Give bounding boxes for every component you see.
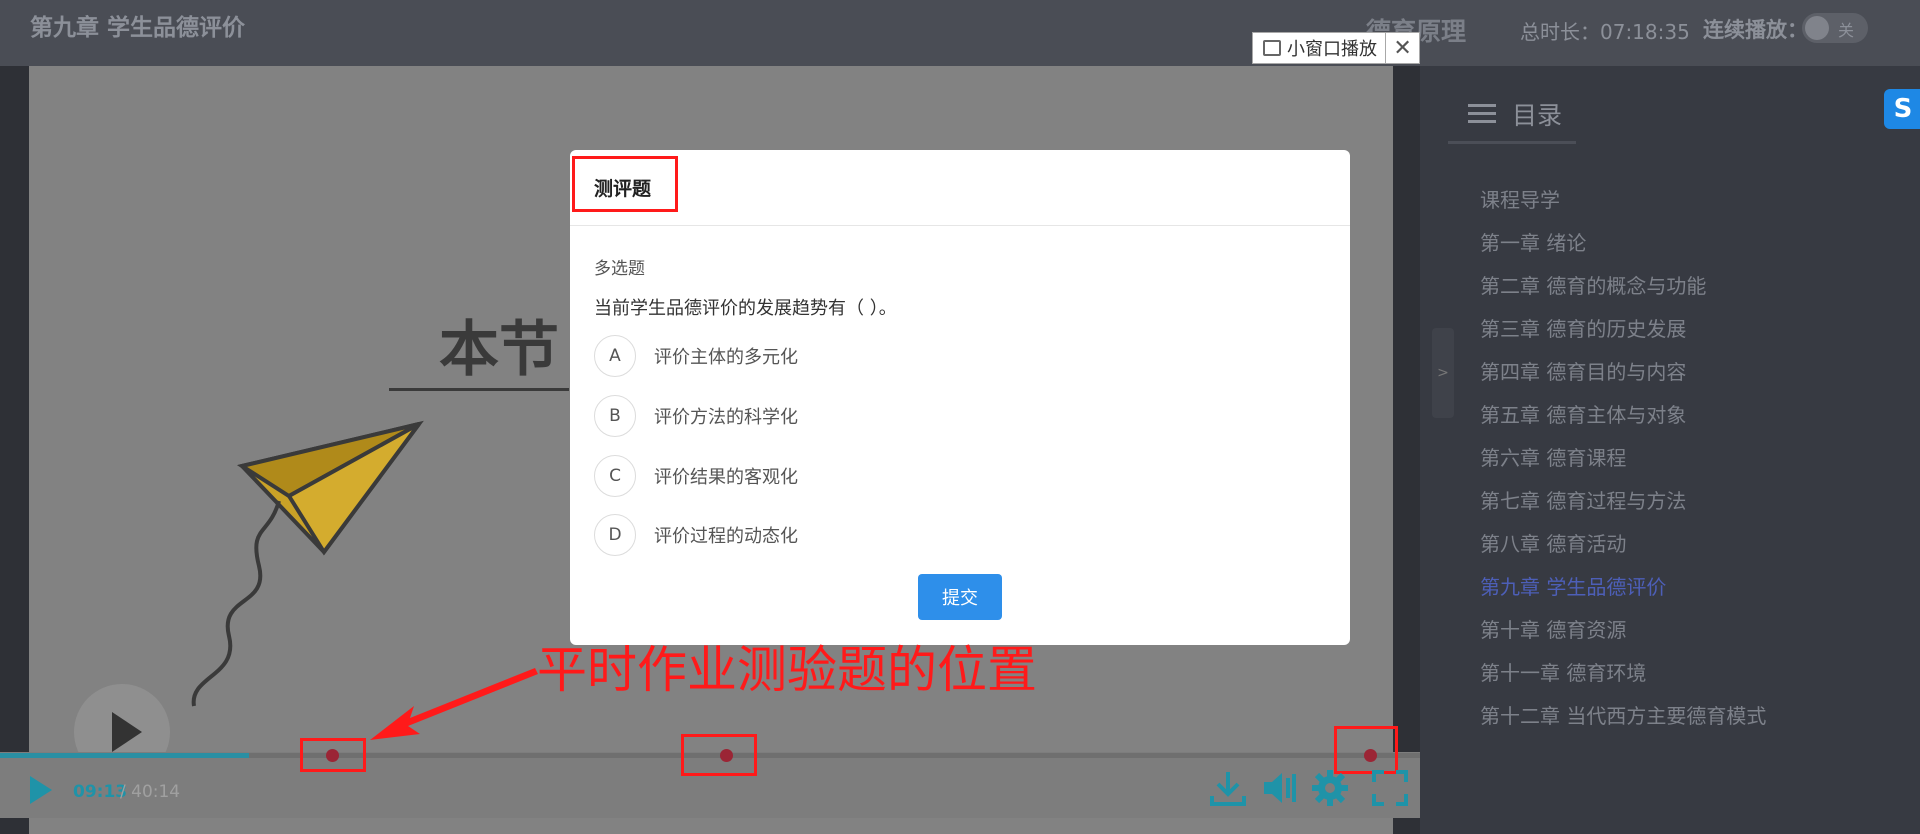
autoplay-toggle[interactable]: 关 (1802, 13, 1868, 43)
option-b[interactable]: B 评价方法的科学化 (594, 395, 798, 437)
toc-item[interactable]: 第八章 德育活动 (1480, 523, 1766, 566)
mini-window-button[interactable]: 小窗口播放 (1253, 33, 1387, 63)
option-letter: B (594, 395, 636, 437)
menu-list-icon (1468, 103, 1496, 124)
total-duration: 总时长：07:18:35 (1520, 20, 1690, 44)
tv-icon (1263, 40, 1281, 56)
chapter-title: 第九章 学生品德评价 (30, 15, 246, 41)
collapse-sidebar-button[interactable]: > (1432, 328, 1454, 418)
toc-tab[interactable]: 目录 (1448, 86, 1576, 144)
toc-item[interactable]: 第二章 德育的概念与功能 (1480, 265, 1766, 308)
volume-icon[interactable] (1260, 768, 1300, 808)
top-bar: 第九章 学生品德评价 德育原理 总时长：07:18:35 连续播放： 关 (0, 0, 1920, 66)
settings-gear-icon[interactable] (1310, 768, 1350, 808)
question-type: 多选题 (594, 259, 645, 279)
toc-item[interactable]: 第一章 绪论 (1480, 222, 1766, 265)
marker-highlight (300, 738, 366, 772)
download-icon[interactable] (1208, 768, 1248, 808)
toggle-state: 关 (1838, 21, 1855, 40)
quiz-modal: 测评题 多选题 当前学生品德评价的发展趋势有（ ）。 A 评价主体的多元化 B … (570, 150, 1350, 645)
submit-button[interactable]: 提交 (918, 574, 1002, 620)
option-letter: D (594, 514, 636, 556)
toc-list: 课程导学 第一章 绪论 第二章 德育的概念与功能 第三章 德育的历史发展 第四章… (1480, 179, 1766, 738)
mini-window-popup: 小窗口播放 ✕ (1252, 32, 1420, 64)
progress-fill (0, 753, 249, 758)
close-icon[interactable]: ✕ (1386, 33, 1419, 63)
extension-badge-icon[interactable]: S (1884, 89, 1920, 129)
option-d[interactable]: D 评价过程的动态化 (594, 514, 798, 556)
question-text: 当前学生品德评价的发展趋势有（ ）。 (594, 298, 897, 319)
marker-highlight (1334, 726, 1398, 774)
option-text: 评价结果的客观化 (654, 467, 798, 488)
toggle-knob (1805, 16, 1829, 40)
title-highlight (572, 156, 678, 212)
option-text: 评价过程的动态化 (654, 526, 798, 547)
option-text: 评价方法的科学化 (654, 407, 798, 428)
option-c[interactable]: C 评价结果的客观化 (594, 455, 798, 497)
slide-heading: 本节 (439, 315, 559, 385)
autoplay-label: 连续播放： (1703, 18, 1808, 42)
play-button[interactable] (30, 776, 52, 804)
option-a[interactable]: A 评价主体的多元化 (594, 335, 798, 377)
sidebar: 目录 > 课程导学 第一章 绪论 第二章 德育的概念与功能 第三章 德育的历史发… (1420, 66, 1920, 834)
option-letter: C (594, 455, 636, 497)
toc-item[interactable]: 第三章 德育的历史发展 (1480, 308, 1766, 351)
annotation-text: 平时作业测验题的位置 (537, 641, 1037, 699)
toc-item[interactable]: 第七章 德育过程与方法 (1480, 480, 1766, 523)
option-text: 评价主体的多元化 (654, 347, 798, 368)
modal-header: 测评题 (570, 150, 1350, 226)
fullscreen-icon[interactable] (1370, 768, 1410, 808)
marker-highlight (681, 734, 757, 776)
toc-item[interactable]: 第九章 学生品德评价 (1480, 566, 1766, 609)
toc-item[interactable]: 课程导学 (1480, 179, 1766, 222)
current-time: 09:13 (73, 782, 128, 802)
toc-label: 目录 (1512, 100, 1563, 130)
mini-window-label: 小窗口播放 (1287, 39, 1377, 60)
paper-plane-icon (191, 420, 424, 707)
total-time: / 40:14 (120, 782, 181, 802)
toc-item[interactable]: 第六章 德育课程 (1480, 437, 1766, 480)
toc-item[interactable]: 第四章 德育目的与内容 (1480, 351, 1766, 394)
toc-item[interactable]: 第十二章 当代西方主要德育模式 (1480, 695, 1766, 738)
toc-item[interactable]: 第五章 德育主体与对象 (1480, 394, 1766, 437)
option-letter: A (594, 335, 636, 377)
annotation-arrow-icon (370, 668, 538, 740)
toc-item[interactable]: 第十一章 德育环境 (1480, 652, 1766, 695)
toc-item[interactable]: 第十章 德育资源 (1480, 609, 1766, 652)
